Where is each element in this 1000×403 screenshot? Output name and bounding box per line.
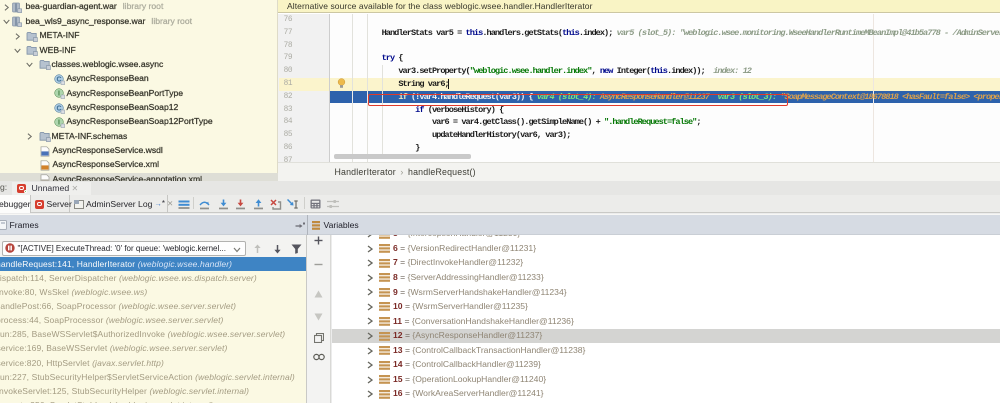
svg-text:I: I xyxy=(58,119,60,126)
svg-text:I: I xyxy=(58,91,60,98)
